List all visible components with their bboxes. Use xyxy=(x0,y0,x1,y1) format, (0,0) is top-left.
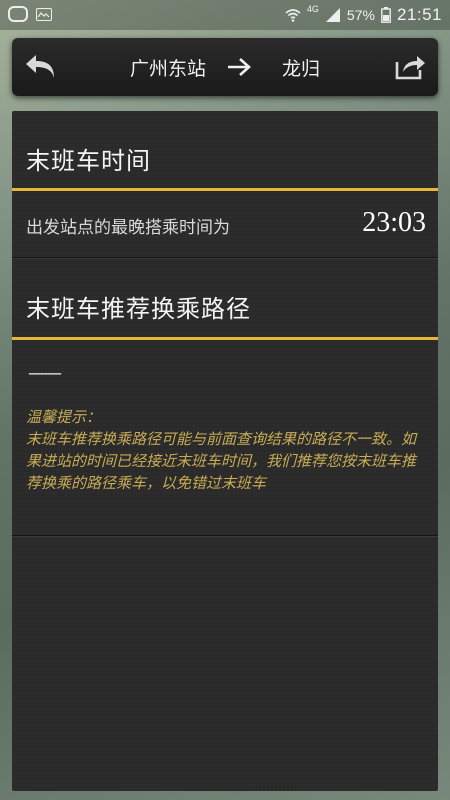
signal-icon xyxy=(325,8,340,22)
right-arrow-icon xyxy=(228,58,251,76)
section-divider-gold xyxy=(12,188,438,191)
clock: 21:51 xyxy=(396,5,442,24)
to-station: 龙归 xyxy=(282,57,321,80)
status-bar: 4G 57% 21:51 xyxy=(0,0,450,30)
tip-heading: 温馨提示： xyxy=(26,408,102,426)
route-title: 末班车推荐换乘路径 xyxy=(26,295,251,323)
last-train-title: 末班车时间 xyxy=(26,147,151,175)
last-train-panel: 末班车时间 出发站点的最晚搭乘时间为 23:03 末班车推荐换乘路径 —— 温馨… xyxy=(12,111,438,791)
chat-notification-icon xyxy=(8,6,28,22)
wifi-icon xyxy=(285,9,301,22)
title-bar: 广州东站 龙归 xyxy=(12,38,438,96)
network-type-label: 4G xyxy=(306,4,319,14)
tip-body: 末班车推荐换乘路径可能与前面查询结果的路径不一致。如果进站的时间已经接近末班车时… xyxy=(26,430,417,492)
content-divider xyxy=(12,535,438,537)
row-divider xyxy=(12,257,438,259)
battery-percent: 57% xyxy=(346,7,375,23)
from-station: 广州东站 xyxy=(129,57,206,80)
image-notification-icon xyxy=(36,7,52,21)
battery-icon xyxy=(381,7,391,23)
section-divider-gold xyxy=(12,337,438,340)
route-value: —— xyxy=(28,363,62,384)
latest-time-label: 出发站点的最晚搭乘时间为 xyxy=(26,218,230,238)
share-icon[interactable] xyxy=(394,52,426,82)
route-header: 广州东站 龙归 xyxy=(12,38,438,96)
latest-time-value: 23:03 xyxy=(362,207,426,238)
